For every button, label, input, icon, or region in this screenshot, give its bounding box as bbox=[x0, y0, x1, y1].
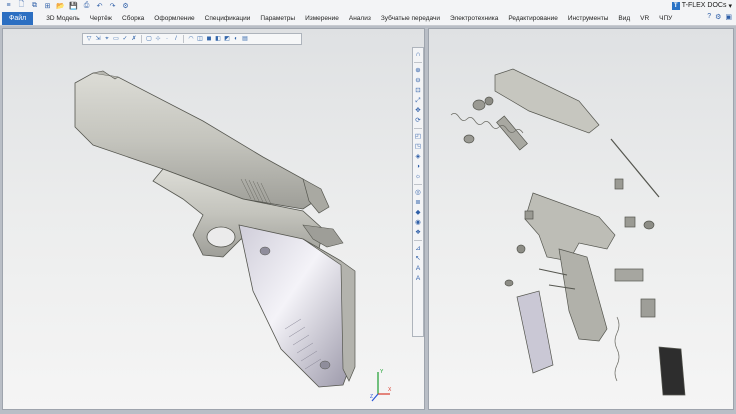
layout-icon[interactable]: ▣ bbox=[725, 13, 732, 21]
axis-triad: Y X Z bbox=[370, 369, 392, 402]
axis-x-label: X bbox=[388, 387, 392, 393]
toolbar-separator bbox=[414, 184, 422, 185]
arc-icon[interactable]: ◠ bbox=[187, 35, 195, 43]
view-iso-icon[interactable]: ◈ bbox=[414, 152, 423, 161]
material-icon[interactable]: ◉ bbox=[414, 218, 423, 227]
box-select-icon[interactable]: ▭ bbox=[112, 35, 120, 43]
point-icon[interactable]: · bbox=[163, 35, 171, 43]
menu-item-1[interactable]: Чертёж bbox=[90, 15, 112, 22]
quick-access-toolbar: ≡ 🗋 ⧉ ⊞ 📂 💾 ⎙ ↶ ↷ ⚙ T T-FLEX DOCs ▾ bbox=[0, 0, 736, 11]
pan-icon[interactable]: ✥ bbox=[414, 106, 423, 115]
open-folder-icon[interactable]: 📂 bbox=[56, 2, 65, 10]
copy-icon[interactable]: ⧉ bbox=[30, 2, 39, 10]
axis-z-label: Z bbox=[370, 394, 373, 400]
solid-icon[interactable]: ◧ bbox=[214, 35, 222, 43]
toolbar-separator bbox=[414, 62, 422, 63]
menu-item-7[interactable]: Анализ bbox=[349, 15, 371, 22]
menu-item-3[interactable]: Оформление bbox=[154, 15, 194, 22]
chevron-down-icon: ▾ bbox=[728, 2, 732, 10]
toolbar-separator bbox=[183, 35, 184, 43]
new-file-icon[interactable]: 🗋 bbox=[17, 1, 26, 10]
frame-icon[interactable]: ▢ bbox=[145, 35, 153, 43]
section-icon[interactable]: ◑ bbox=[414, 162, 423, 171]
3d-viewport-exploded[interactable] bbox=[428, 28, 734, 410]
tflex-logo-icon: T bbox=[671, 1, 680, 10]
body-icon[interactable]: ◼ bbox=[205, 35, 213, 43]
zoom-all-icon[interactable]: ⤢ bbox=[414, 96, 423, 105]
pick-icon[interactable]: ⌖ bbox=[103, 35, 111, 43]
pistol-assembled-model[interactable] bbox=[3, 29, 425, 410]
menu-file[interactable]: Файл bbox=[2, 11, 34, 25]
save-icon[interactable]: 💾 bbox=[69, 2, 78, 10]
layers-icon[interactable]: ≣ bbox=[414, 198, 423, 207]
view-front-icon[interactable]: ◰ bbox=[414, 132, 423, 141]
settings-icon[interactable]: ⚙ bbox=[121, 2, 130, 10]
menu-item-5[interactable]: Параметры bbox=[260, 15, 295, 22]
pistol-exploded-model[interactable] bbox=[429, 29, 734, 410]
menu-item-4[interactable]: Спецификации bbox=[205, 15, 251, 22]
text-bold-icon[interactable]: A bbox=[414, 274, 423, 283]
cube-icon[interactable]: ◩ bbox=[223, 35, 231, 43]
shade-icon[interactable]: ◐ bbox=[232, 35, 240, 43]
zoom-in-icon[interactable]: ⊕ bbox=[414, 66, 423, 75]
cross-select-icon[interactable]: ✗ bbox=[130, 35, 138, 43]
brand-area[interactable]: T T-FLEX DOCs ▾ bbox=[671, 0, 732, 11]
gear-icon[interactable]: ⚙ bbox=[715, 13, 721, 21]
menu-item-12[interactable]: Вид bbox=[618, 15, 630, 22]
ribbon-menu-bar: Файл 3D Модель Чертёж Сборка Оформление Спец… bbox=[0, 11, 736, 26]
redo-icon[interactable]: ↷ bbox=[108, 2, 117, 10]
line-icon[interactable]: / bbox=[172, 35, 180, 43]
toolbar-separator bbox=[414, 128, 422, 129]
3d-viewport-assembled[interactable]: ▽ ⇲ ⌖ ▭ ✓ ✗ ▢ ⊹ · / ◠ ◫ ◼ ◧ ◩ ◐ ▤ Y X Z … bbox=[2, 28, 425, 410]
camera-icon[interactable]: ◎ bbox=[414, 188, 423, 197]
axis-y-label: Y bbox=[380, 369, 384, 375]
menu-right-icons: ? ⚙ ▣ bbox=[707, 13, 732, 21]
toolbar-separator bbox=[141, 35, 142, 43]
print-icon[interactable]: ⎙ bbox=[82, 2, 91, 10]
brand-label: T-FLEX DOCs bbox=[681, 2, 727, 9]
filter-icon[interactable]: ▽ bbox=[85, 35, 93, 43]
menu-item-8[interactable]: Зубчатые передачи bbox=[381, 15, 440, 22]
workspace: ▽ ⇲ ⌖ ▭ ✓ ✗ ▢ ⊹ · / ◠ ◫ ◼ ◧ ◩ ◐ ▤ Y X Z … bbox=[0, 26, 736, 414]
zoom-window-icon[interactable]: ⊡ bbox=[414, 86, 423, 95]
help-icon[interactable]: ? bbox=[707, 13, 711, 21]
properties-icon[interactable]: ⊞ bbox=[43, 2, 52, 10]
menu-item-10[interactable]: Редактирование bbox=[508, 15, 558, 22]
menu-item-0[interactable]: 3D Модель bbox=[46, 15, 79, 22]
measure-icon[interactable]: ⊿ bbox=[414, 244, 423, 253]
magnet-icon[interactable]: ∩ bbox=[414, 50, 423, 59]
menu-item-11[interactable]: Инструменты bbox=[568, 15, 609, 22]
view-top-icon[interactable]: ◳ bbox=[414, 142, 423, 151]
view-selection-toolbar: ▽ ⇲ ⌖ ▭ ✓ ✗ ▢ ⊹ · / ◠ ◫ ◼ ◧ ◩ ◐ ▤ bbox=[82, 33, 302, 45]
face-icon[interactable]: ◫ bbox=[196, 35, 204, 43]
cursor-icon[interactable]: ↖ bbox=[414, 254, 423, 263]
view-navigation-toolbar: ∩ ⊕ ⊖ ⊡ ⤢ ✥ ⟳ ◰ ◳ ◈ ◑ ☼ ◎ ≣ ◆ ◉ ❖ ⊿ ↖ A A bbox=[412, 47, 424, 337]
menu-icon[interactable]: ≡ bbox=[4, 2, 13, 10]
rotate-icon[interactable]: ⟳ bbox=[414, 116, 423, 125]
select-icon[interactable]: ⇲ bbox=[94, 35, 102, 43]
zoom-out-icon[interactable]: ⊖ bbox=[414, 76, 423, 85]
light-icon[interactable]: ☼ bbox=[414, 172, 423, 181]
menu-item-6[interactable]: Измерение bbox=[305, 15, 339, 22]
text-icon[interactable]: A bbox=[414, 264, 423, 273]
menu-item-14[interactable]: ЧПУ bbox=[659, 15, 672, 22]
undo-icon[interactable]: ↶ bbox=[95, 2, 104, 10]
shading-icon[interactable]: ◆ bbox=[414, 208, 423, 217]
menu-item-13[interactable]: VR bbox=[640, 15, 649, 22]
toolbar-separator bbox=[414, 240, 422, 241]
sheet-icon[interactable]: ▤ bbox=[241, 35, 249, 43]
menu-item-9[interactable]: Электротехника bbox=[450, 15, 498, 22]
check-icon[interactable]: ✓ bbox=[121, 35, 129, 43]
menu-item-2[interactable]: Сборка bbox=[122, 15, 144, 22]
snap-icon[interactable]: ⊹ bbox=[154, 35, 162, 43]
render-icon[interactable]: ❖ bbox=[414, 228, 423, 237]
